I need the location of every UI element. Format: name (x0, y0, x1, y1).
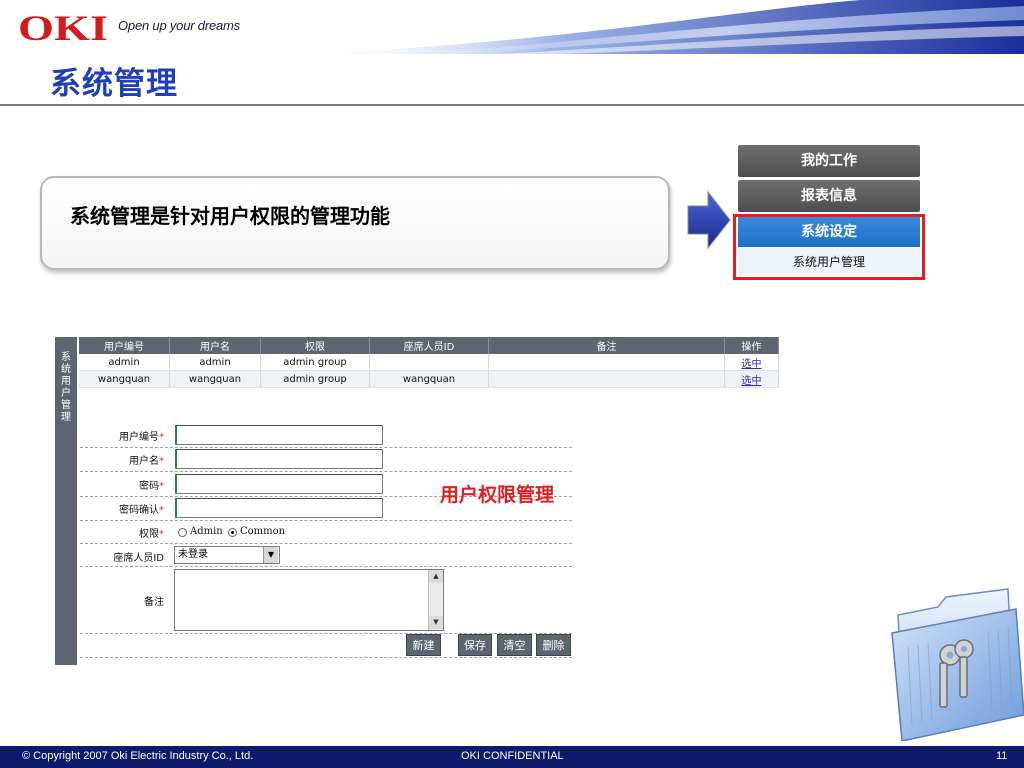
label-permission: 权限* (78, 525, 164, 540)
table-row: admin admin admin group 选中 (79, 354, 779, 371)
user-id-input[interactable] (175, 425, 383, 445)
new-button[interactable]: 新建 (406, 634, 441, 656)
required-mark: * (159, 432, 164, 443)
cell-user-id: admin (79, 354, 170, 371)
arrow-right-icon (687, 190, 731, 250)
oki-logo: OKI (18, 10, 108, 44)
label-password-confirm: 密码确认* (78, 501, 164, 516)
keys-folder-icon (891, 588, 1024, 741)
cell-seat-id: wangquan (369, 370, 489, 388)
side-label-text: 系 统 用 户 管 理 (61, 352, 71, 423)
footer: © Copyright 2007 Oki Electric Industry C… (0, 746, 1024, 768)
table-header-row: 用户编号 用户名 权限 座席人员ID 备注 操作 (79, 337, 779, 354)
save-button[interactable]: 保存 (458, 634, 492, 656)
cell-user-id: wangquan (79, 370, 170, 388)
copyright-text: © Copyright 2007 Oki Electric Industry C… (22, 750, 254, 762)
cell-action: 选中 (724, 354, 779, 371)
table-row: wangquan wangquan admin group wangquan 选… (79, 370, 779, 388)
label-user-name-text: 用户名 (129, 456, 159, 467)
menu-my-work[interactable]: 我的工作 (738, 145, 920, 177)
title-divider (0, 104, 1024, 106)
col-header-user-id: 用户编号 (79, 337, 170, 354)
required-mark: * (159, 529, 164, 540)
menu-highlight-frame (733, 214, 925, 280)
col-header-seat-id: 座席人员ID (369, 337, 489, 354)
annotation-label: 用户权限管理 (440, 484, 555, 506)
tagline: Open up your dreams (118, 18, 240, 33)
select-link[interactable]: 选中 (742, 376, 762, 387)
cell-seat-id (369, 354, 489, 371)
label-permission-text: 权限 (139, 529, 159, 540)
scroll-down-icon[interactable]: ▼ (429, 616, 443, 629)
remark-textarea[interactable] (174, 569, 444, 631)
label-user-id: 用户编号* (78, 428, 164, 443)
remark-scrollbar[interactable]: ▲ ▼ (428, 570, 443, 630)
col-header-user-name: 用户名 (169, 337, 261, 354)
header-swoosh-decoration (300, 0, 1024, 54)
col-header-remark: 备注 (488, 337, 725, 354)
form-divider (80, 566, 572, 567)
col-header-permission: 权限 (260, 337, 370, 354)
password-input[interactable] (175, 474, 383, 494)
oki-logo-text: OKI (18, 10, 108, 44)
confidential-text: OKI CONFIDENTIAL (461, 750, 564, 762)
label-password-text: 密码 (139, 481, 159, 492)
label-password-confirm-text: 密码确认 (119, 505, 159, 516)
label-password: 密码* (78, 477, 164, 492)
form-divider (80, 543, 572, 544)
cell-permission: admin group (260, 354, 370, 371)
user-table: 用户编号 用户名 权限 座席人员ID 备注 操作 admin admin adm… (79, 337, 779, 388)
label-user-name: 用户名* (78, 452, 164, 467)
form-divider (80, 657, 572, 658)
radio-common[interactable] (228, 528, 237, 537)
required-mark: * (159, 481, 164, 492)
callout-text: 系统管理是针对用户权限的管理功能 (70, 204, 390, 228)
col-header-action: 操作 (724, 337, 779, 354)
menu-report-info[interactable]: 报表信息 (738, 180, 920, 212)
select-link[interactable]: 选中 (742, 359, 762, 370)
form-divider (80, 447, 572, 448)
password-confirm-input[interactable] (175, 498, 383, 518)
cell-user-name: wangquan (169, 370, 261, 388)
label-remark: 备注 (144, 597, 164, 608)
radio-admin-label: Admin (190, 526, 223, 537)
user-name-input[interactable] (175, 449, 383, 469)
cell-remark (488, 354, 725, 371)
cell-action: 选中 (724, 370, 779, 388)
radio-admin[interactable] (178, 528, 187, 537)
chevron-down-icon[interactable]: ▼ (263, 547, 278, 563)
cell-permission: admin group (260, 370, 370, 388)
required-mark: * (159, 456, 164, 467)
label-seat-id: 座席人员ID (113, 553, 164, 564)
cell-user-name: admin (169, 354, 261, 371)
delete-button[interactable]: 删除 (536, 634, 571, 656)
label-user-id-text: 用户编号 (119, 432, 159, 443)
form-divider (80, 520, 572, 521)
clear-button[interactable]: 清空 (497, 634, 532, 656)
cell-remark (488, 370, 725, 388)
seat-id-select-value: 未登录 (178, 549, 208, 560)
radio-common-label: Common (240, 526, 286, 537)
required-mark: * (159, 505, 164, 516)
page-number: 11 (996, 750, 1008, 762)
side-panel-label: 系 统 用 户 管 理 (58, 352, 74, 424)
scroll-up-icon[interactable]: ▲ (429, 570, 443, 583)
form-divider (80, 471, 572, 472)
page-title: 系统管理 (50, 66, 178, 102)
